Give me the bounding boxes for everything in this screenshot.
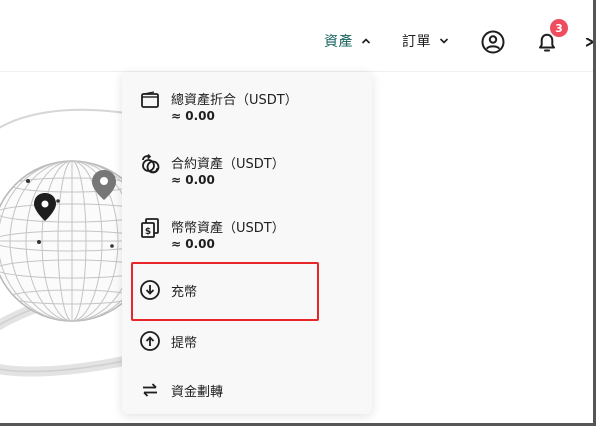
svg-text:$: $ bbox=[145, 227, 151, 237]
globe-illustration bbox=[0, 108, 140, 377]
top-header: 資產 訂單 3 bbox=[0, 0, 594, 72]
assets-dropdown-menu: 總資產折合（USDT） ≈ 0.00 合約資產（USDT） ≈ 0.00 $ 幣… bbox=[122, 72, 372, 414]
deposit-highlight-box bbox=[131, 262, 319, 321]
chevron-up-icon bbox=[361, 38, 371, 44]
menu-item-total-assets[interactable]: 總資產折合（USDT） ≈ 0.00 bbox=[122, 86, 372, 136]
withdraw-icon bbox=[140, 331, 160, 351]
menu-item-value: ≈ 0.00 bbox=[171, 237, 215, 251]
menu-item-contract-assets[interactable]: 合約資產（USDT） ≈ 0.00 bbox=[122, 150, 372, 200]
nav-assets-menu[interactable]: 資產 bbox=[324, 31, 371, 51]
transfer-icon bbox=[143, 383, 157, 397]
nav-assets-label: 資產 bbox=[324, 34, 353, 50]
coin-assets-icon: $ bbox=[141, 218, 159, 238]
nav-orders-label: 訂單 bbox=[402, 34, 431, 50]
contract-assets-icon bbox=[142, 153, 160, 174]
notification-badge: 3 bbox=[550, 19, 568, 37]
menu-item-value: ≈ 0.00 bbox=[171, 173, 215, 187]
menu-item-title: 幣幣資產（USDT） bbox=[171, 221, 285, 236]
menu-item-value: ≈ 0.00 bbox=[171, 109, 215, 123]
menu-item-transfer[interactable]: 資金劃轉 bbox=[122, 376, 372, 406]
menu-item-coin-assets[interactable]: $ 幣幣資產（USDT） ≈ 0.00 bbox=[122, 214, 372, 264]
menu-item-title: 提幣 bbox=[171, 336, 198, 351]
chevron-down-icon bbox=[439, 38, 449, 44]
menu-item-withdraw[interactable]: 提幣 bbox=[122, 327, 372, 357]
user-profile-icon[interactable] bbox=[481, 30, 505, 54]
nav-orders-menu[interactable]: 訂單 bbox=[402, 31, 449, 51]
menu-item-title: 總資產折合（USDT） bbox=[171, 93, 298, 108]
menu-item-title: 資金劃轉 bbox=[171, 385, 224, 400]
wallet-icon bbox=[141, 91, 159, 108]
menu-item-title: 合約資產（USDT） bbox=[171, 157, 285, 172]
